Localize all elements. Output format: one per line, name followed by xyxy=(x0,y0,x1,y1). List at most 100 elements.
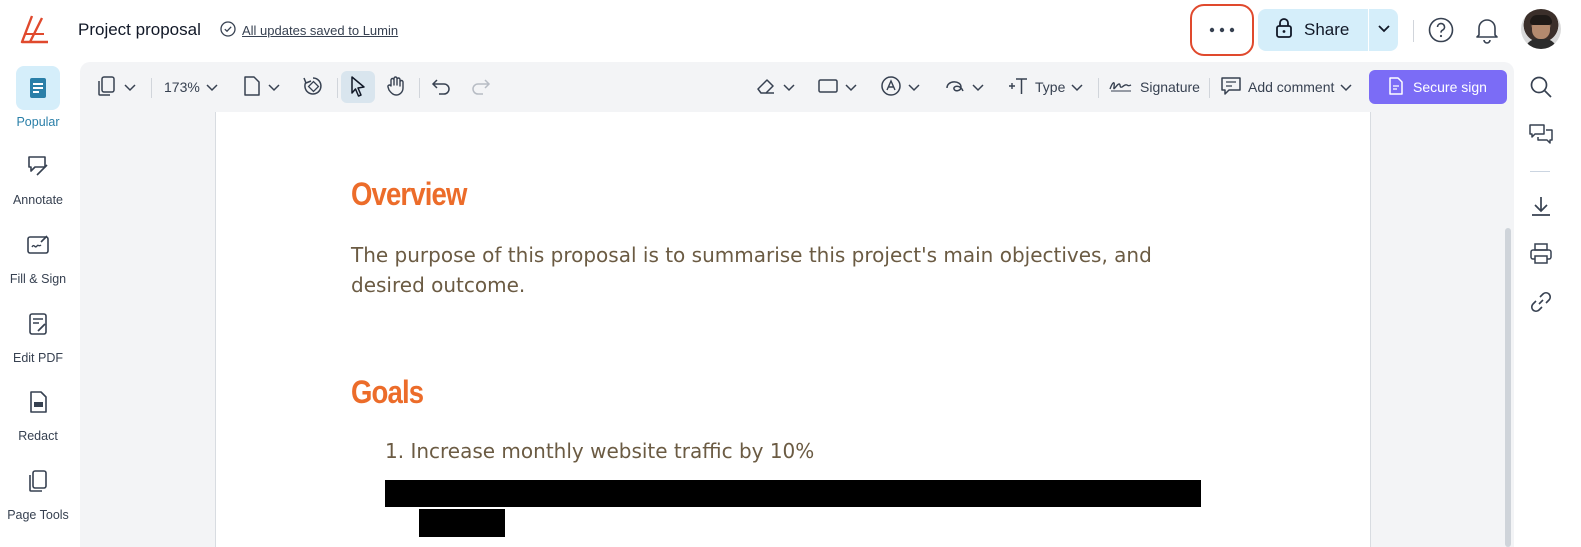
sidebar-item-label: Popular xyxy=(16,115,60,129)
document-title[interactable]: Project proposal xyxy=(78,20,201,40)
undo-button[interactable] xyxy=(430,71,452,103)
zoom-level: 173% xyxy=(164,79,200,95)
signature-icon xyxy=(1108,78,1134,97)
toolbar-divider xyxy=(419,78,420,98)
page-options-button[interactable] xyxy=(242,71,280,103)
secure-sign-button[interactable]: Secure sign xyxy=(1369,70,1507,104)
freehand-icon xyxy=(944,75,966,100)
type-label: Type xyxy=(1035,79,1066,95)
notification-bell-icon[interactable] xyxy=(1474,16,1500,49)
lock-icon xyxy=(1274,17,1294,44)
overview-heading: Overview xyxy=(351,176,467,212)
link-icon[interactable] xyxy=(1528,289,1554,320)
page-icon xyxy=(242,75,262,100)
share-label: Share xyxy=(1304,20,1350,39)
signature-label: Signature xyxy=(1140,79,1200,95)
pan-tool-button[interactable] xyxy=(385,71,407,103)
chevron-down-icon xyxy=(124,79,136,95)
eraser-icon xyxy=(755,75,777,100)
comment-plus-icon xyxy=(1220,75,1242,100)
redaction-box[interactable] xyxy=(385,480,1201,507)
select-tool-button[interactable] xyxy=(341,71,375,103)
fill-sign-icon xyxy=(16,223,60,267)
chevron-down-icon xyxy=(908,79,920,95)
redo-button[interactable] xyxy=(470,71,492,103)
popular-icon xyxy=(16,66,60,110)
sidebar-item-edit-pdf[interactable]: Edit PDF xyxy=(0,302,76,365)
chevron-down-icon xyxy=(1377,21,1391,39)
sidebar-item-label: Edit PDF xyxy=(12,351,63,365)
toolbar-divider xyxy=(1098,78,1099,98)
toolbar-divider xyxy=(151,78,152,98)
cursor-arrow-icon xyxy=(348,75,368,100)
pages-view-button[interactable] xyxy=(96,71,136,103)
save-status-text: All updates saved to Lumin xyxy=(242,23,399,38)
toolbar-divider xyxy=(1209,78,1210,98)
left-sidebar: Popular Annotate Fill & Sign Edit PDF Re… xyxy=(0,62,78,547)
sidebar-item-label: Page Tools xyxy=(7,508,69,522)
text-cursor-icon xyxy=(1007,75,1029,100)
right-bar-divider xyxy=(1530,171,1550,172)
rotate-button[interactable] xyxy=(302,71,324,103)
stamp-circle-icon xyxy=(880,75,902,100)
check-circle-icon xyxy=(220,21,236,40)
sidebar-item-page-tools[interactable]: Page Tools xyxy=(0,459,76,522)
comments-icon[interactable] xyxy=(1528,122,1554,153)
secure-sign-label: Secure sign xyxy=(1413,79,1487,95)
secure-document-icon xyxy=(1387,76,1405,99)
shape-tool-button[interactable] xyxy=(817,71,857,103)
overview-paragraph: The purpose of this proposal is to summa… xyxy=(351,243,1152,297)
page-tools-icon xyxy=(16,459,60,503)
chevron-down-icon xyxy=(845,79,857,95)
add-comment-button[interactable]: Add comment xyxy=(1220,71,1352,103)
chevron-down-icon xyxy=(206,79,218,95)
chevron-down-icon xyxy=(268,79,280,95)
sidebar-item-label: Redact xyxy=(18,429,58,443)
lumin-logo-icon[interactable] xyxy=(18,12,54,48)
sidebar-item-label: Fill & Sign xyxy=(9,272,67,286)
chevron-down-icon xyxy=(972,79,984,95)
save-status[interactable]: All updates saved to Lumin xyxy=(220,21,398,40)
add-comment-label: Add comment xyxy=(1248,79,1335,95)
redaction-box[interactable] xyxy=(419,509,505,537)
help-icon[interactable] xyxy=(1428,17,1454,48)
pages-icon xyxy=(96,75,118,100)
share-button[interactable]: Share xyxy=(1258,9,1368,51)
stamp-tool-button[interactable] xyxy=(880,71,920,103)
eraser-tool-button[interactable] xyxy=(755,71,795,103)
sidebar-item-fill-sign[interactable]: Fill & Sign xyxy=(0,223,76,286)
download-icon[interactable] xyxy=(1528,194,1554,225)
undo-icon xyxy=(430,76,452,99)
user-avatar[interactable] xyxy=(1521,9,1561,49)
chevron-down-icon xyxy=(783,79,795,95)
sidebar-item-popular[interactable]: Popular xyxy=(0,66,76,129)
annotate-icon xyxy=(16,144,60,188)
redo-icon xyxy=(470,76,492,99)
goal-item: 1. Increase monthly website traffic by 1… xyxy=(385,439,815,463)
signature-button[interactable]: Signature xyxy=(1108,71,1200,103)
vertical-scrollbar[interactable] xyxy=(1505,228,1511,547)
top-header: Project proposal All updates saved to Lu… xyxy=(0,0,1581,62)
sidebar-item-annotate[interactable]: Annotate xyxy=(0,144,76,207)
edit-pdf-icon xyxy=(16,302,60,346)
hand-icon xyxy=(385,75,407,100)
share-options-dropdown[interactable] xyxy=(1369,9,1398,51)
zoom-dropdown[interactable]: 173% xyxy=(164,71,218,103)
editor-toolbar: 173% Type Signature Add comment xyxy=(80,62,1514,112)
goals-heading: Goals xyxy=(351,374,424,410)
type-tool-button[interactable]: Type xyxy=(1007,71,1083,103)
chevron-down-icon xyxy=(1071,79,1083,95)
app-window: Project proposal All updates saved to Lu… xyxy=(0,0,1581,547)
sidebar-item-redact[interactable]: Redact xyxy=(0,380,76,443)
search-icon[interactable] xyxy=(1528,74,1554,105)
rectangle-icon xyxy=(817,77,839,98)
toolbar-divider xyxy=(337,78,338,98)
sidebar-item-label: Annotate xyxy=(12,193,64,207)
print-icon[interactable] xyxy=(1528,241,1554,272)
redact-icon xyxy=(16,380,60,424)
more-options-button[interactable] xyxy=(1190,4,1254,56)
header-divider xyxy=(1413,20,1414,42)
chevron-down-icon xyxy=(1340,79,1352,95)
rotate-icon xyxy=(302,75,324,100)
freehand-tool-button[interactable] xyxy=(944,71,984,103)
